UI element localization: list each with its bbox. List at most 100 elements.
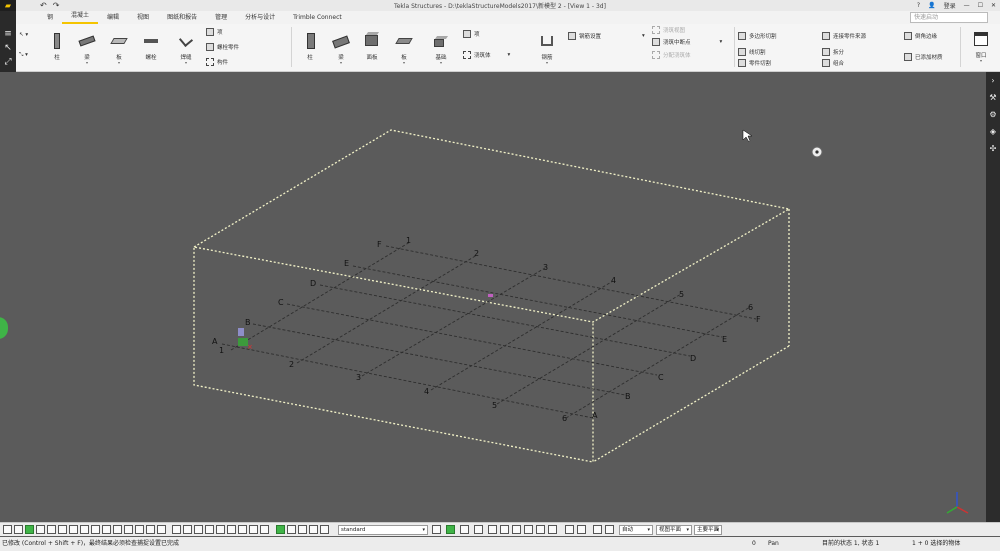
undo-icon[interactable]: ↶ xyxy=(40,1,47,10)
chevron-down-icon[interactable]: ▾ xyxy=(171,61,201,65)
chevron-down-icon[interactable]: ▾ xyxy=(326,61,356,65)
select-cuts-icon[interactable] xyxy=(135,525,144,534)
bolt-part-button[interactable]: 螺栓零件 xyxy=(206,43,239,51)
chevron-down-icon[interactable]: ▾ xyxy=(426,61,456,65)
login-link[interactable]: 登录 xyxy=(944,1,956,10)
snap-ortho-icon[interactable] xyxy=(320,525,329,534)
select-component-icon[interactable] xyxy=(58,525,67,534)
steel-weld-button[interactable]: 焊缝 ▾ xyxy=(171,32,201,65)
select-welds-icon[interactable] xyxy=(69,525,78,534)
snap-any-icon[interactable] xyxy=(298,525,307,534)
steel-item-button[interactable]: 项 xyxy=(206,28,223,36)
select-bolts-icon[interactable] xyxy=(80,525,89,534)
clip-plane-icon[interactable] xyxy=(524,525,533,534)
select-rebars-icon[interactable] xyxy=(157,525,166,534)
concrete-panel-button[interactable]: 面板 xyxy=(357,32,387,61)
steel-beam-button[interactable]: 梁 ▾ xyxy=(72,32,102,65)
measure-icon[interactable] xyxy=(512,525,521,534)
select-filter-icon[interactable] xyxy=(36,525,45,534)
app-logo-icon[interactable]: ▰ xyxy=(0,0,16,11)
snap-extension-icon[interactable] xyxy=(309,525,318,534)
pour-object-button[interactable]: 浇筑体 ▾ xyxy=(463,51,510,59)
minimize-button[interactable]: — xyxy=(964,2,970,9)
steel-column-button[interactable]: 柱 xyxy=(42,32,72,61)
steel-bolt-button[interactable]: 螺栓 xyxy=(136,32,166,61)
snap-points-icon[interactable] xyxy=(194,525,203,534)
snap-mid-icon[interactable] xyxy=(227,525,236,534)
tab-analysis-design[interactable]: 分析与设计 xyxy=(236,12,284,24)
zoom-icon[interactable] xyxy=(460,525,469,534)
snap-line-icon[interactable] xyxy=(260,525,269,534)
rect-tool-icon[interactable] xyxy=(500,525,509,534)
chevron-down-icon[interactable]: ▾ xyxy=(532,61,562,65)
added-material-button[interactable]: 已添加材质 xyxy=(904,53,943,61)
concrete-beam-button[interactable]: 梁 ▾ xyxy=(326,32,356,65)
tab-trimble-connect[interactable]: Trimble Connect xyxy=(284,12,351,24)
rebar-set-button[interactable]: 钢筋设置 ▾ xyxy=(568,32,645,40)
help-icon[interactable]: ? xyxy=(917,2,920,9)
snap-geometry-icon[interactable] xyxy=(183,525,192,534)
close-button[interactable]: ✕ xyxy=(991,2,996,9)
catalog-cube-icon[interactable]: ◈ xyxy=(986,123,1000,140)
select-parts-icon[interactable] xyxy=(14,525,23,534)
properties-icon[interactable]: ⚒ xyxy=(986,89,1000,106)
part-cut-button[interactable]: 零件切割 xyxy=(738,59,771,67)
plane-select-2[interactable]: 主要平面 ▾ xyxy=(694,525,722,535)
maximize-button[interactable]: ☐ xyxy=(978,2,983,9)
select-grid-icon[interactable] xyxy=(91,525,100,534)
select-views-icon[interactable] xyxy=(124,525,133,534)
snap-ref-lines-icon[interactable] xyxy=(172,525,181,534)
rotate-icon[interactable] xyxy=(474,525,483,534)
select-planes-icon[interactable] xyxy=(113,525,122,534)
chevron-down-icon[interactable]: ▾ xyxy=(508,52,511,58)
chevron-down-icon[interactable]: ▾ xyxy=(966,59,996,63)
select-tool[interactable]: ↖ ▾ xyxy=(19,32,28,38)
user-icon[interactable]: 👤 xyxy=(928,2,935,9)
component-button[interactable]: 构件 xyxy=(206,58,228,66)
pour-unit-button[interactable]: 分配浇筑体 xyxy=(652,51,691,59)
components-icon[interactable]: ✣ xyxy=(986,140,1000,157)
work-plane-icon[interactable] xyxy=(536,525,545,534)
select-reference-icon[interactable] xyxy=(146,525,155,534)
chevron-down-icon[interactable]: ▾ xyxy=(389,61,419,65)
chamfer-edge-button[interactable]: 倒角边缘 xyxy=(904,32,937,40)
snap-mode-select[interactable]: 自动 ▾ xyxy=(619,525,653,535)
snap-free-icon[interactable] xyxy=(276,525,285,534)
tool-icon[interactable] xyxy=(605,525,614,534)
plane-select[interactable]: 视图平面 ▾ xyxy=(656,525,692,535)
chevron-down-icon[interactable]: ▾ xyxy=(72,61,102,65)
window-button[interactable]: 窗口 ▾ xyxy=(966,30,996,63)
menu-icon[interactable]: ≡ xyxy=(0,27,16,41)
chevron-down-icon[interactable]: ▾ xyxy=(720,39,723,45)
concrete-slab-button[interactable]: 板 ▾ xyxy=(389,32,419,65)
snap-nearest-icon[interactable] xyxy=(287,525,296,534)
line-cut-button[interactable]: 线切割 xyxy=(738,48,766,56)
connect-parts-button[interactable]: 连接零件来源 xyxy=(822,32,866,40)
snap-intersect-icon[interactable] xyxy=(238,525,247,534)
select-all-icon[interactable] xyxy=(3,525,12,534)
pour-view-button[interactable]: 浇筑视图 xyxy=(652,26,685,34)
tab-view[interactable]: 视图 xyxy=(128,12,158,24)
snap-end-icon[interactable] xyxy=(205,525,214,534)
redo-snap-icon[interactable] xyxy=(577,525,586,534)
select-assembly-icon[interactable] xyxy=(47,525,56,534)
select-points-icon[interactable] xyxy=(102,525,111,534)
select-arrow-icon[interactable]: ↖ xyxy=(0,41,16,55)
circle-tool-icon[interactable] xyxy=(488,525,497,534)
chevron-down-icon[interactable]: ▾ xyxy=(104,61,134,65)
snap-tool[interactable]: ⤡ ▾ xyxy=(19,52,28,59)
filter-settings-icon[interactable] xyxy=(432,525,441,534)
quick-launch-search[interactable]: 快速启动 xyxy=(910,12,988,23)
undo-snap-icon[interactable] xyxy=(565,525,574,534)
lock-icon[interactable] xyxy=(593,525,602,534)
tab-steel[interactable]: 钢 xyxy=(38,12,62,24)
snap-icon[interactable]: ⤢ xyxy=(0,55,16,69)
tab-drawings-reports[interactable]: 图纸和报告 xyxy=(158,12,206,24)
snap-perp-icon[interactable] xyxy=(249,525,258,534)
polygon-cut-button[interactable]: 多边形切割 xyxy=(738,32,777,40)
chevron-down-icon[interactable]: ▾ xyxy=(642,33,645,39)
pour-break-button[interactable]: 浇筑中断点 ▾ xyxy=(652,38,722,46)
model-canvas[interactable]: × A B C D E F A B C D E F 1 2 3 4 5 6 1 xyxy=(0,72,986,522)
steel-plate-button[interactable]: 板 ▾ xyxy=(104,32,134,65)
redo-icon[interactable]: ↷ xyxy=(53,1,60,10)
